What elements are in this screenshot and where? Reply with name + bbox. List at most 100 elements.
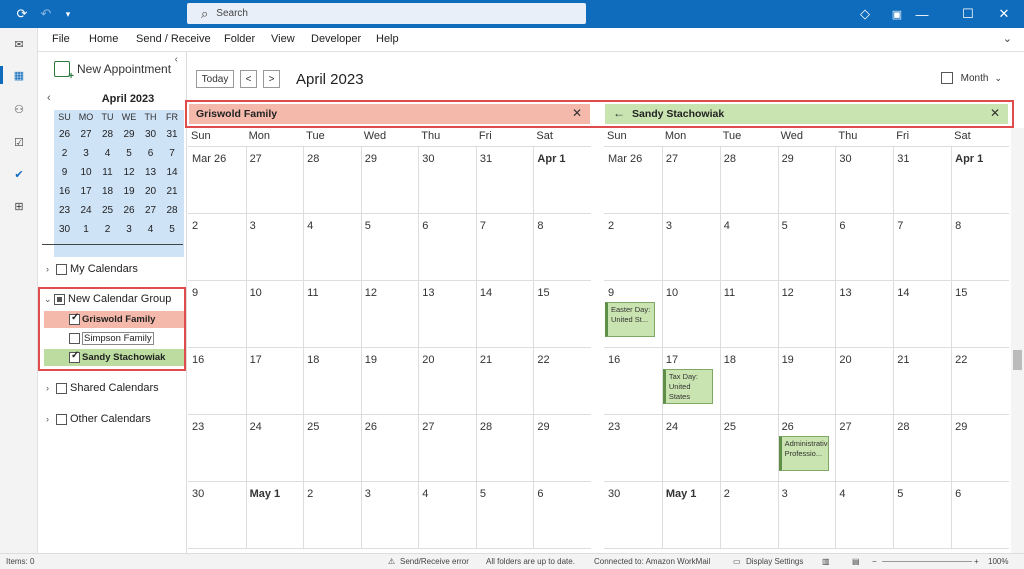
today-button[interactable]: Today [196, 70, 234, 88]
calendar-day-cell[interactable]: 4 [303, 213, 361, 280]
mini-calendar-day[interactable]: 3 [76, 148, 97, 159]
quick-access-dropdown-icon[interactable]: ▾ [58, 4, 78, 24]
calendar-day-cell[interactable]: 28 [720, 146, 778, 213]
mini-calendar-day[interactable]: 26 [119, 205, 140, 216]
calendar-event[interactable]: Administrative Professio... [778, 436, 829, 471]
mini-calendar-day[interactable]: 4 [97, 148, 118, 159]
vertical-scrollbar[interactable] [1011, 128, 1024, 553]
zoom-slider[interactable] [882, 561, 972, 562]
calendar-day-cell[interactable]: 30 [188, 481, 246, 548]
new-appointment-button[interactable]: New Appointment [54, 61, 171, 82]
calendar-day-cell[interactable]: 6 [418, 213, 476, 280]
calendar-day-cell[interactable]: 5 [476, 481, 534, 548]
calendar-day-cell[interactable]: 5 [361, 213, 419, 280]
simpson-checkbox[interactable] [69, 333, 80, 344]
tree-other-calendars[interactable]: › Other Calendars [46, 411, 151, 427]
calendar-day-cell[interactable]: 27 [835, 414, 893, 481]
calendar-day-cell[interactable]: 19 [361, 347, 419, 414]
calendar-day-cell[interactable]: 7 [893, 213, 951, 280]
calendar-day-cell[interactable]: 3 [246, 213, 304, 280]
mini-calendar-day[interactable]: 23 [54, 205, 75, 216]
calendar-day-cell[interactable]: 3 [778, 481, 836, 548]
calendar-day-cell[interactable]: 16 [604, 347, 662, 414]
calendar-day-cell[interactable]: 11 [303, 280, 361, 347]
menu-send-receive[interactable]: Send / Receive [136, 33, 211, 45]
minimize-button[interactable]: — [902, 0, 942, 28]
calendar-day-cell[interactable]: 6 [951, 481, 1009, 548]
mini-calendar-day[interactable]: 13 [140, 167, 161, 178]
display-settings-button[interactable]: Display Settings [746, 557, 803, 566]
mini-calendar-day[interactable]: 5 [119, 148, 140, 159]
calendar-day-cell[interactable]: 29 [361, 146, 419, 213]
premium-diamond-icon[interactable]: ◇ [855, 4, 875, 24]
status-send-receive[interactable]: Send/Receive error [400, 557, 469, 566]
mini-calendar-day[interactable]: 26 [54, 129, 75, 140]
calendar-day-cell[interactable]: 18 [720, 347, 778, 414]
tab-griswold-family[interactable]: Griswold Family ✕ [189, 104, 590, 124]
mini-calendar-day[interactable]: 9 [54, 167, 75, 178]
calendar-day-cell[interactable]: 2 [720, 481, 778, 548]
calendar-day-cell[interactable]: 9 [188, 280, 246, 347]
next-month-button[interactable]: > [263, 70, 280, 88]
calendar-day-cell[interactable]: 29 [778, 146, 836, 213]
calendar-item-griswold[interactable]: Griswold Family [44, 311, 184, 328]
calendar-day-cell[interactable]: Mar 26 [188, 146, 246, 213]
close-icon[interactable]: ✕ [572, 106, 582, 120]
mini-calendar-day[interactable]: 12 [119, 167, 140, 178]
calendar-day-cell[interactable]: 10 [246, 280, 304, 347]
calendar-day-cell[interactable]: 29 [533, 414, 591, 481]
calendar-day-cell[interactable]: 27 [246, 146, 304, 213]
new-group-checkbox[interactable] [54, 293, 65, 305]
calendar-day-cell[interactable]: 13 [418, 280, 476, 347]
calendar-day-cell[interactable]: 8 [533, 213, 591, 280]
mini-calendar-day[interactable]: 5 [162, 224, 183, 235]
calendar-item-sandy[interactable]: Sandy Stachowiak [44, 349, 184, 366]
mini-calendar-day[interactable]: 18 [97, 186, 118, 197]
chevron-right-icon[interactable]: › [46, 414, 56, 424]
tasks-icon[interactable]: ☑ [0, 127, 38, 157]
calendar-day-cell[interactable]: 4 [835, 481, 893, 548]
calendar-day-cell[interactable]: 5 [778, 213, 836, 280]
calendar-day-cell[interactable]: 7 [476, 213, 534, 280]
griswold-checkbox[interactable] [69, 312, 80, 325]
chevron-right-icon[interactable]: › [46, 383, 56, 393]
calendar-day-cell[interactable]: 20 [418, 347, 476, 414]
calendar-day-cell[interactable]: 16 [188, 347, 246, 414]
zoom-out-icon[interactable]: − [872, 557, 877, 566]
menu-file[interactable]: File [52, 33, 70, 45]
tab-sandy-stachowiak[interactable]: ← Sandy Stachowiak ✕ [605, 104, 1008, 124]
calendar-day-cell[interactable]: 31 [893, 146, 951, 213]
calendar-day-cell[interactable]: 20 [835, 347, 893, 414]
todo-icon[interactable]: ✔ [0, 159, 38, 189]
calendar-day-cell[interactable]: 11 [720, 280, 778, 347]
undo-icon[interactable]: ↶ [36, 4, 56, 24]
mini-calendar-day[interactable]: 28 [162, 205, 183, 216]
mini-calendar-day[interactable]: 24 [76, 205, 97, 216]
calendar-day-cell[interactable]: 23 [604, 414, 662, 481]
mail-icon[interactable]: ✉ [0, 29, 38, 59]
chevron-right-icon[interactable]: › [46, 264, 56, 274]
calendar-day-cell[interactable]: 21 [893, 347, 951, 414]
mini-calendar-day[interactable]: 28 [97, 129, 118, 140]
calendar-day-cell[interactable]: 17 [246, 347, 304, 414]
calendar-day-cell[interactable]: 28 [476, 414, 534, 481]
calendar-day-cell[interactable]: 25 [720, 414, 778, 481]
mini-calendar-day[interactable]: 10 [76, 167, 97, 178]
mini-calendar-day[interactable]: 25 [97, 205, 118, 216]
mini-calendar-day[interactable]: 17 [76, 186, 97, 197]
mini-calendar-day[interactable]: 11 [97, 167, 118, 178]
calendar-item-simpson[interactable]: Simpson Family [44, 330, 184, 347]
menu-folder[interactable]: Folder [224, 33, 255, 45]
tree-my-calendars[interactable]: › My Calendars [46, 261, 138, 277]
my-calendars-checkbox[interactable] [56, 263, 67, 275]
calendar-day-cell[interactable]: 15 [951, 280, 1009, 347]
calendar-day-cell[interactable]: 3 [361, 481, 419, 548]
calendar-day-cell[interactable]: 14 [476, 280, 534, 347]
collapse-pane-icon[interactable]: ‹ [175, 54, 178, 65]
mini-calendar-day[interactable]: 1 [76, 224, 97, 235]
calendar-day-cell[interactable]: 14 [893, 280, 951, 347]
calendar-day-cell[interactable]: 24 [662, 414, 720, 481]
calendar-day-cell[interactable]: 22 [533, 347, 591, 414]
previous-month-button[interactable]: < [240, 70, 257, 88]
mini-calendar-day[interactable]: 4 [140, 224, 161, 235]
